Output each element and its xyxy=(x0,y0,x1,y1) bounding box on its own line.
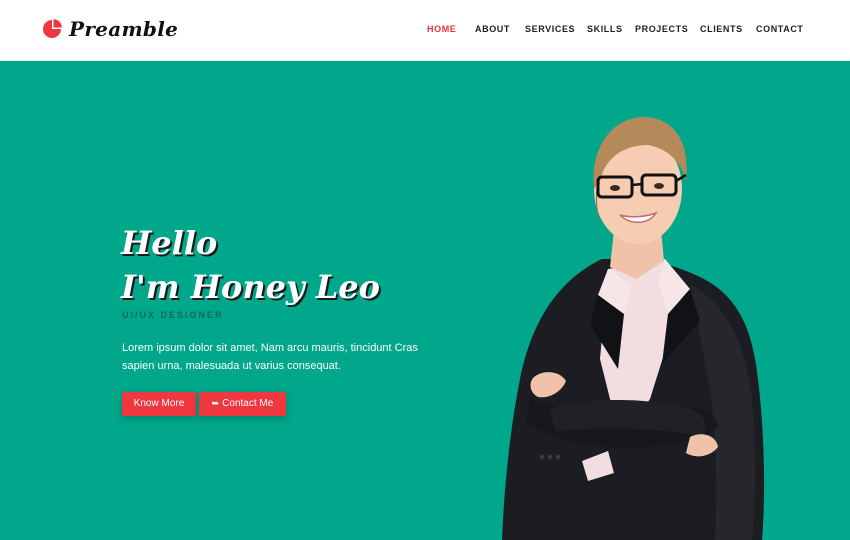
contact-me-label: Contact Me xyxy=(222,398,274,409)
nav-clients[interactable]: CLIENTS xyxy=(700,24,743,34)
greeting-line-2: I'm Honey Leo xyxy=(121,268,380,306)
hero-description: Lorem ipsum dolor sit amet, Nam arcu mau… xyxy=(122,342,418,372)
nav-about[interactable]: ABOUT xyxy=(475,24,510,34)
nav-services[interactable]: SERVICES xyxy=(525,24,575,34)
nav-home[interactable]: HOME xyxy=(427,24,456,34)
know-more-button[interactable]: Know More xyxy=(122,392,196,416)
contact-me-button[interactable]: ⮩ Contact Me xyxy=(199,392,286,416)
hero-section: Hello I'm Honey Leo UI/UX DESIGNER Lorem… xyxy=(0,61,850,540)
navbar: Preamble HOME ABOUT SERVICES SKILLS PROJ… xyxy=(0,0,850,61)
nav-contact[interactable]: CONTACT xyxy=(756,24,804,34)
hero-role: UI/UX DESIGNER xyxy=(122,310,224,320)
chevron-down-double-icon: ⮩ xyxy=(211,399,220,408)
nav-projects[interactable]: PROJECTS xyxy=(635,24,688,34)
hero-greeting: Hello I'm Honey Leo xyxy=(121,221,380,309)
nav-skills[interactable]: SKILLS xyxy=(587,24,623,34)
greeting-line-1: Hello xyxy=(121,224,218,262)
main-nav: HOME ABOUT SERVICES SKILLS PROJECTS CLIE… xyxy=(0,24,850,38)
businesswoman-portrait-image xyxy=(502,117,765,540)
